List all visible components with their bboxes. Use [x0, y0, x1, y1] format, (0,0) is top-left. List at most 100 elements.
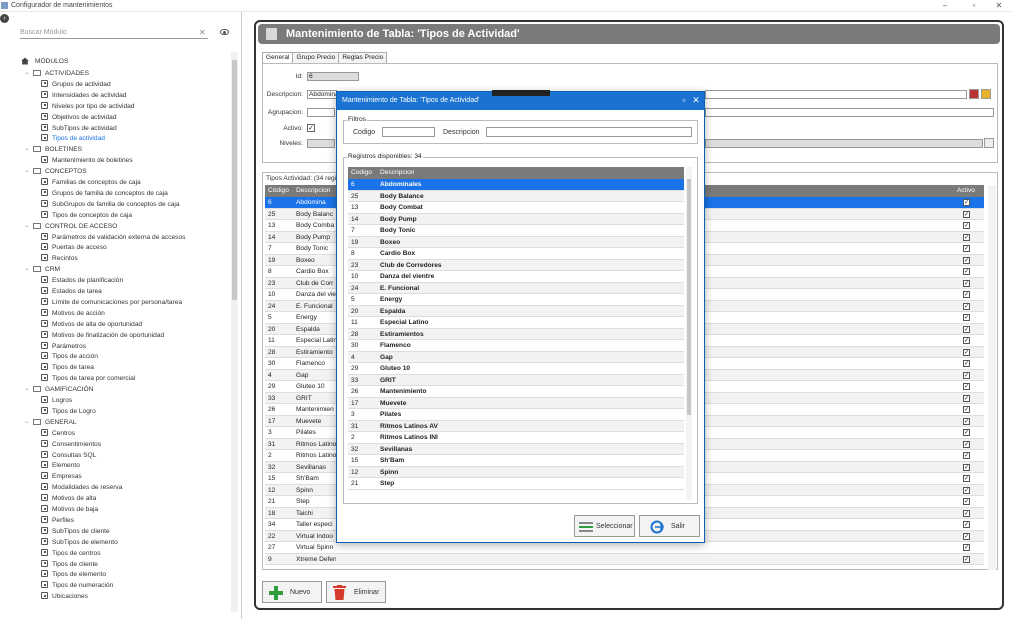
- tree-item[interactable]: SubGrupos de familia de conceptos de caj…: [41, 199, 180, 210]
- row-activo-checkbox[interactable]: ✓: [963, 314, 970, 321]
- tree-item[interactable]: Parámetros de validación externa de acce…: [41, 232, 185, 243]
- collapse-icon[interactable]: −: [25, 385, 30, 395]
- collapse-icon[interactable]: −: [25, 69, 30, 79]
- row-activo-checkbox[interactable]: ✓: [963, 337, 970, 344]
- dialog-row[interactable]: 19 Boxeo: [348, 236, 684, 248]
- row-activo-checkbox[interactable]: ✓: [963, 463, 970, 471]
- dialog-row[interactable]: 15 Sh'Bam: [348, 455, 684, 467]
- minimize-icon[interactable]: –: [939, 1, 951, 10]
- header-codigo[interactable]: Código: [268, 187, 289, 194]
- row-activo-checkbox[interactable]: ✓: [963, 268, 970, 275]
- dialog-row[interactable]: 28 Estiramientos: [348, 328, 684, 340]
- niveles-field[interactable]: [307, 139, 335, 148]
- row-activo-checkbox[interactable]: ✓: [963, 406, 970, 413]
- dialog-row[interactable]: 7 Body Tonic: [348, 225, 684, 237]
- agrupacion-field[interactable]: [307, 108, 335, 117]
- tab-grupo-precio[interactable]: Grupo Precio: [292, 52, 340, 63]
- salir-button[interactable]: Salir: [639, 515, 700, 537]
- row-activo-checkbox[interactable]: ✓: [963, 486, 970, 494]
- tree-item[interactable]: Consultas SQL: [41, 450, 96, 461]
- activo-checkbox[interactable]: ✓: [307, 124, 315, 132]
- dialog-row[interactable]: 25 Body Balance: [348, 190, 684, 202]
- tree-group[interactable]: − CONTROL DE ACCESO: [25, 222, 117, 232]
- tree-item[interactable]: Tipos de actividad: [41, 134, 105, 144]
- tree-item[interactable]: Consentimientos: [41, 439, 101, 450]
- tree-item[interactable]: SubTipos de actividad: [41, 123, 117, 134]
- tree-item[interactable]: Mantenimiento de boletines: [41, 156, 133, 166]
- dialog-row[interactable]: 20 Espalda: [348, 305, 684, 317]
- eliminar-button[interactable]: Eliminar: [326, 581, 386, 603]
- tree-group[interactable]: − CRM: [25, 265, 60, 275]
- translate-icon[interactable]: [969, 89, 979, 99]
- niveles-field-tail[interactable]: [705, 139, 983, 148]
- dialog-row[interactable]: 2 Ritmos Latinos INI: [348, 432, 684, 444]
- row-activo-checkbox[interactable]: ✓: [963, 532, 970, 540]
- tree-item[interactable]: Grupos de familia de conceptos de caja: [41, 188, 168, 199]
- dialog-row[interactable]: 17 Muevete: [348, 397, 684, 409]
- table-row[interactable]: 9 Xtreme Defensa ✓: [265, 553, 984, 565]
- dialog-row[interactable]: 12 Spinn: [348, 466, 684, 478]
- dialog-grid-scrollbar[interactable]: [686, 167, 692, 500]
- tree-item[interactable]: Motivos de baja: [41, 505, 98, 515]
- tree-item[interactable]: Tipos de centros: [41, 548, 101, 559]
- row-activo-checkbox[interactable]: ✓: [963, 440, 970, 448]
- edit-icon[interactable]: [981, 89, 991, 99]
- row-activo-checkbox[interactable]: ✓: [963, 371, 970, 379]
- dialog-grip[interactable]: [492, 90, 550, 96]
- row-activo-checkbox[interactable]: ✓: [963, 291, 970, 298]
- tree-item[interactable]: Empresas: [41, 472, 82, 482]
- tree-item[interactable]: Motivos de acción: [41, 308, 105, 319]
- module-search-input[interactable]: Buscar Módulo: [20, 28, 208, 39]
- tab-reglas-precio[interactable]: Reglas Precio: [338, 52, 388, 63]
- dialog-row[interactable]: 4 Gap: [348, 351, 684, 363]
- dialog-row[interactable]: 10 Danza del vientre: [348, 271, 684, 283]
- sidebar-scrollbar[interactable]: [231, 52, 238, 612]
- tree-item[interactable]: Tipos de tarea: [41, 363, 94, 373]
- row-activo-checkbox[interactable]: ✓: [963, 256, 970, 264]
- dialog-row[interactable]: 5 Energy: [348, 294, 684, 306]
- tree-group[interactable]: − ACTIVIDADES: [25, 69, 89, 79]
- tree-item[interactable]: Motivos de alta de oportunidad: [41, 319, 142, 330]
- row-activo-checkbox[interactable]: ✓: [963, 360, 970, 367]
- dialog-row[interactable]: 33 GRIT: [348, 374, 684, 386]
- tree-group[interactable]: − BOLETINES: [25, 145, 82, 155]
- collapse-icon[interactable]: −: [25, 167, 30, 177]
- tree-item[interactable]: Ubicaciones: [41, 592, 88, 602]
- tree-item[interactable]: Límite de comunicaciones por persona/tar…: [41, 297, 182, 308]
- tree-item[interactable]: Objetivos de actividad: [41, 112, 117, 123]
- row-activo-checkbox[interactable]: ✓: [963, 417, 970, 425]
- header-activo[interactable]: Activo: [957, 187, 975, 194]
- dialog-row[interactable]: 14 Body Pump: [348, 213, 684, 225]
- dialog-row[interactable]: 30 Flamenco: [348, 340, 684, 352]
- descripcion-field-tail[interactable]: [705, 90, 967, 99]
- back-arrow-icon[interactable]: ‹: [0, 14, 9, 23]
- sidebar-scroll-thumb[interactable]: [232, 60, 237, 300]
- row-activo-checkbox[interactable]: ✓: [963, 521, 970, 528]
- tree-item[interactable]: Familias de conceptos de caja: [41, 178, 141, 188]
- dialog-row[interactable]: 21 Step: [348, 478, 684, 490]
- tree-item[interactable]: SubTipos de cliente: [41, 526, 110, 537]
- close-icon[interactable]: ✕: [993, 1, 1005, 10]
- dialog-row[interactable]: 6 Abdominales: [348, 179, 684, 191]
- tree-item[interactable]: Logros: [41, 396, 72, 406]
- niveles-picker-icon[interactable]: [984, 138, 994, 148]
- collapse-icon[interactable]: −: [25, 145, 30, 155]
- dialog-scroll-thumb[interactable]: [687, 179, 691, 415]
- tree-item[interactable]: Centros: [41, 428, 75, 439]
- row-activo-checkbox[interactable]: ✓: [963, 199, 970, 206]
- tree-item[interactable]: Intensidades de actividad: [41, 90, 126, 101]
- eye-icon[interactable]: [220, 29, 229, 35]
- tree-item[interactable]: Recintos: [41, 254, 78, 264]
- maximize-icon[interactable]: ▫: [968, 1, 980, 10]
- table-row[interactable]: 27 Virtual Spinn ✓: [265, 542, 984, 554]
- tree-item[interactable]: Puertas de acceso: [41, 243, 107, 253]
- tree-group[interactable]: − GAMIFICACIÓN: [25, 385, 93, 395]
- tree-item[interactable]: Tipos de Logro: [41, 406, 96, 417]
- tree-group[interactable]: − GENERAL: [25, 418, 77, 428]
- tree-root[interactable]: MÓDULOS: [35, 57, 68, 67]
- tree-item[interactable]: Tipos de conceptos de caja: [41, 210, 132, 221]
- row-activo-checkbox[interactable]: ✓: [963, 498, 970, 505]
- row-activo-checkbox[interactable]: ✓: [963, 210, 970, 218]
- tree-item[interactable]: Tipos de numeración: [41, 581, 113, 591]
- dialog-row[interactable]: 32 Sevillanas: [348, 443, 684, 455]
